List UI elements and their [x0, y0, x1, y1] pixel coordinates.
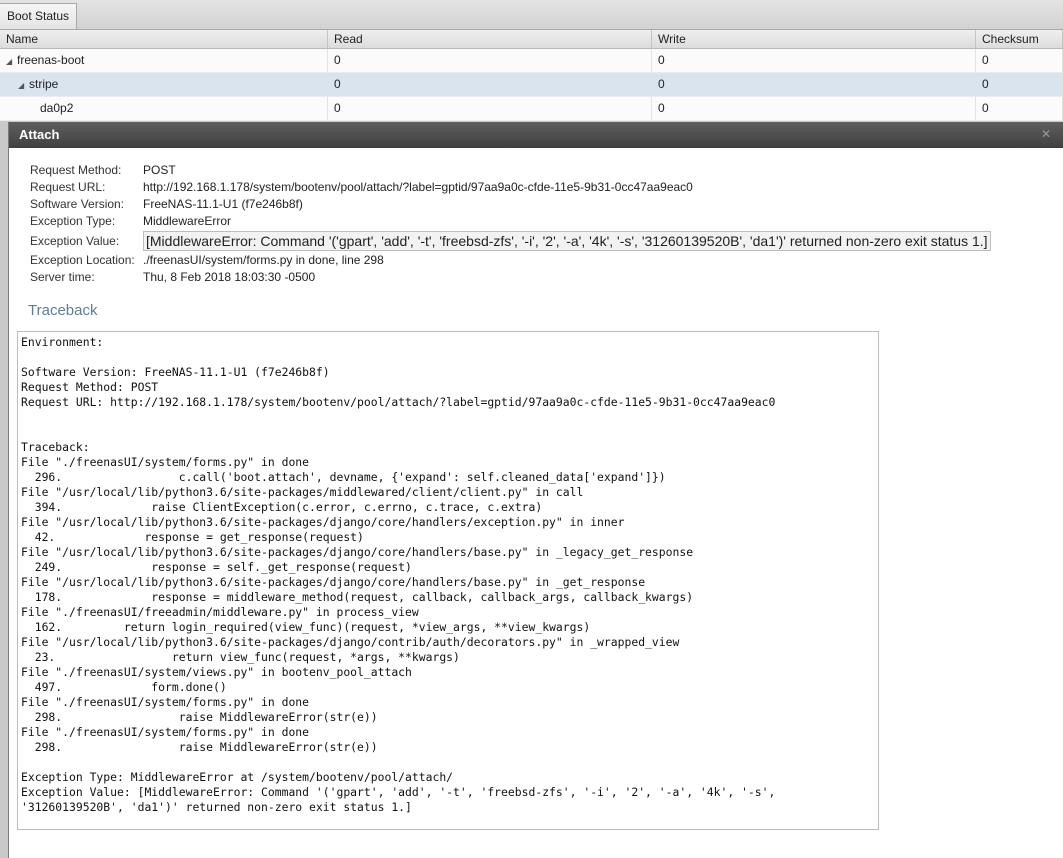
table-row[interactable]: da0p2 0 0 0	[0, 97, 1063, 121]
row-write: 0	[652, 73, 976, 96]
meta-row-request-method: Request Method: POST	[30, 162, 991, 179]
traceback-textarea[interactable]: Environment: Software Version: FreeNAS-1…	[17, 331, 879, 830]
row-read: 0	[328, 97, 652, 120]
row-name: freenas-boot	[17, 53, 85, 67]
column-header-write[interactable]: Write	[652, 30, 976, 48]
row-checksum: 0	[976, 97, 1063, 120]
row-write: 0	[652, 97, 976, 120]
meta-label: Exception Value:	[30, 234, 120, 248]
exception-value-box: [MiddlewareError: Command '('gpart', 'ad…	[143, 231, 991, 251]
boot-status-grid: Name Read Write Checksum ◢ freenas-boot 0…	[0, 30, 1063, 121]
row-checksum: 0	[976, 49, 1063, 72]
meta-label: Request URL:	[30, 180, 106, 194]
column-header-checksum[interactable]: Checksum	[976, 30, 1063, 48]
meta-value: ./freenasUI/system/forms.py in done, lin…	[143, 253, 384, 267]
close-icon[interactable]: ✕	[1040, 128, 1052, 140]
dialog-title: Attach	[19, 127, 60, 142]
column-header-name[interactable]: Name	[0, 30, 328, 48]
meta-row-server-time: Server time: Thu, 8 Feb 2018 18:03:30 -0…	[30, 269, 991, 286]
tab-boot-status[interactable]: Boot Status	[0, 3, 77, 29]
row-name: stripe	[29, 77, 59, 91]
meta-label: Request Method:	[30, 163, 122, 177]
meta-row-request-url: Request URL: http://192.168.1.178/system…	[30, 179, 991, 196]
grid-header: Name Read Write Checksum	[0, 30, 1063, 49]
meta-label: Server time:	[30, 270, 95, 284]
meta-label: Exception Type:	[30, 214, 116, 228]
meta-value: MiddlewareError	[143, 214, 232, 228]
column-header-read[interactable]: Read	[328, 30, 652, 48]
meta-label: Exception Location:	[30, 253, 135, 267]
dialog-titlebar[interactable]: Attach ✕	[9, 122, 1063, 148]
request-meta: Request Method: POST Request URL: http:/…	[30, 162, 991, 286]
traceback-heading: Traceback	[28, 302, 98, 319]
meta-row-exception-location: Exception Location: ./freenasUI/system/f…	[30, 252, 991, 269]
meta-value: POST	[143, 163, 176, 177]
meta-row-exception-value: Exception Value: [MiddlewareError: Comma…	[30, 230, 991, 252]
meta-label: Software Version:	[30, 197, 125, 211]
row-read: 0	[328, 49, 652, 72]
traceback-text: Environment: Software Version: FreeNAS-1…	[21, 335, 776, 814]
meta-value: http://192.168.1.178/system/bootenv/pool…	[143, 180, 693, 194]
tab-bar: Boot Status	[0, 0, 1063, 30]
row-write: 0	[652, 49, 976, 72]
row-checksum: 0	[976, 73, 1063, 96]
expand-triangle-icon[interactable]: ◢	[18, 75, 29, 96]
meta-row-exception-type: Exception Type: MiddlewareError	[30, 213, 991, 230]
meta-value: Thu, 8 Feb 2018 18:03:30 -0500	[143, 270, 316, 284]
row-name: da0p2	[40, 101, 74, 115]
expand-triangle-icon[interactable]: ◢	[6, 51, 17, 72]
meta-row-software-version: Software Version: FreeNAS-11.1-U1 (f7e24…	[30, 196, 991, 213]
meta-value: FreeNAS-11.1-U1 (f7e246b8f)	[143, 197, 303, 211]
row-read: 0	[328, 73, 652, 96]
table-row[interactable]: ◢ stripe 0 0 0	[0, 73, 1063, 97]
table-row[interactable]: ◢ freenas-boot 0 0 0	[0, 49, 1063, 73]
attach-dialog: Attach ✕ Request Method: POST Request UR…	[8, 122, 1063, 858]
